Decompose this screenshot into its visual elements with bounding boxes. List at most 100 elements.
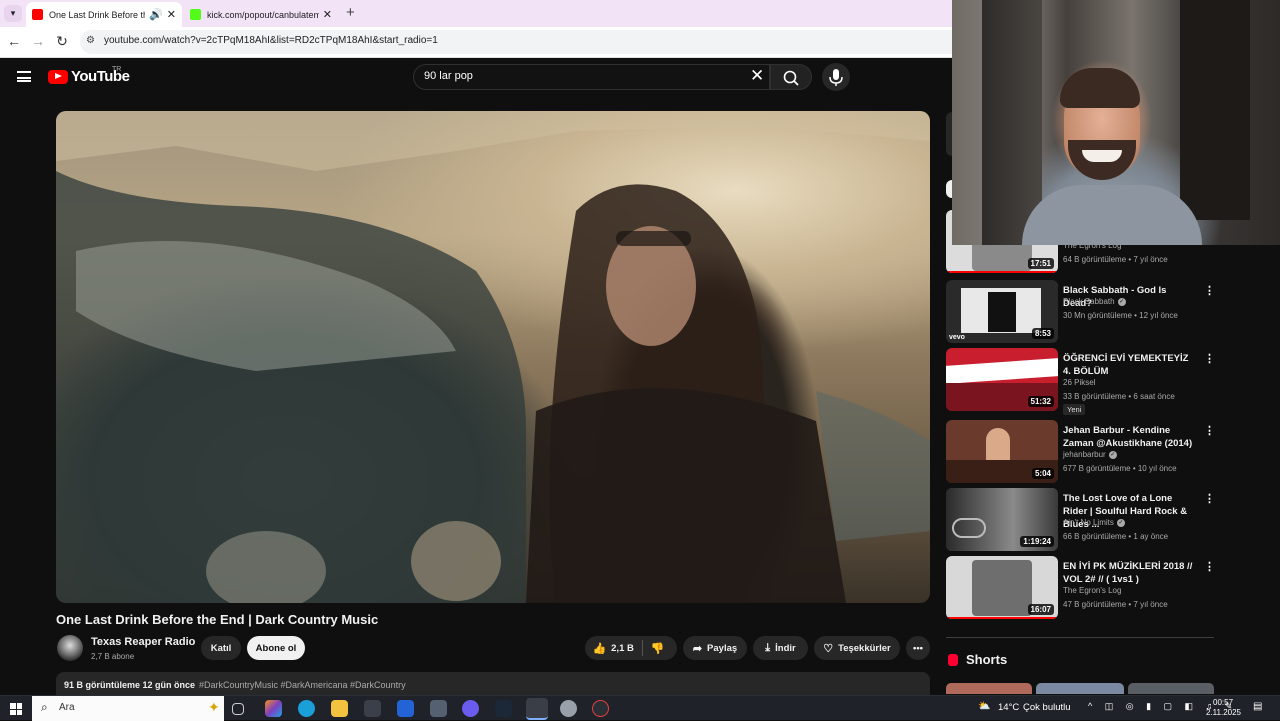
- tab-title: One Last Drink Before the E: [49, 9, 145, 20]
- watch-progress-bar: [946, 617, 1058, 619]
- share-button[interactable]: ➦ Paylaş: [683, 636, 747, 660]
- recommendation-item[interactable]: 51:32 ÖĞRENCİ EVİ YEMEKTEYİZ 4. BÖLÜM 26…: [946, 348, 1216, 415]
- forward-icon[interactable]: →: [30, 33, 46, 51]
- browser-tab-kick[interactable]: kick.com/popout/canbulatemre/ ✕: [184, 2, 338, 27]
- short-thumbnail[interactable]: [1036, 683, 1124, 694]
- speaker-icon[interactable]: 🔊: [149, 8, 163, 21]
- video-thumbnail[interactable]: 1:19:24: [946, 488, 1058, 551]
- browser-tab-youtube[interactable]: One Last Drink Before the E 🔊 ✕: [26, 2, 182, 27]
- video-duration: 8:53: [1031, 328, 1054, 339]
- channel-avatar[interactable]: [57, 635, 83, 661]
- site-info-icon[interactable]: ⚙: [86, 35, 95, 46]
- recommendation-item[interactable]: vevo 8:53 Black Sabbath - God Is Dead? B…: [946, 280, 1216, 346]
- download-icon: ⤓: [765, 641, 771, 654]
- task-view-icon[interactable]: [232, 703, 244, 715]
- video-title[interactable]: EN İYİ PK MÜZİKLERİ 2018 // VOL 2# // ( …: [1063, 560, 1193, 586]
- video-meta: 47 B görüntüleme • 7 yıl önce: [1063, 600, 1168, 609]
- webcam-background: [1180, 0, 1250, 220]
- weather-icon[interactable]: ⛅: [978, 701, 990, 712]
- like-count[interactable]: 2,1 B: [611, 643, 634, 654]
- thanks-label: Teşekkürler: [838, 642, 891, 654]
- notification-icon[interactable]: ▤: [1253, 701, 1262, 712]
- tab-list-button[interactable]: ▾: [4, 5, 22, 22]
- clock-time[interactable]: 00:57: [1213, 698, 1233, 707]
- close-tab-icon[interactable]: ✕: [167, 8, 176, 21]
- steam-icon[interactable]: [495, 700, 512, 717]
- youtube-favicon-icon: [32, 9, 43, 20]
- recommendation-item[interactable]: 16:07 EN İYİ PK MÜZİKLERİ 2018 // VOL 2#…: [946, 556, 1216, 622]
- video-duration: 16:07: [1027, 604, 1054, 615]
- like-icon[interactable]: 👍: [592, 642, 606, 655]
- more-vert-icon[interactable]: ⋮: [1204, 424, 1215, 437]
- windows-taskbar: ⌕ Ara ✦ ⛅ 14°C Çok bulutlu ^ ◫ ◎ ▮ ▢ ◧ ♫…: [0, 695, 1280, 721]
- join-button[interactable]: Katıl: [201, 636, 241, 660]
- video-title[interactable]: Jehan Barbur - Kendine Zaman @Akustikhan…: [1063, 424, 1193, 450]
- search-input[interactable]: [424, 70, 724, 82]
- obs-icon[interactable]: [592, 700, 609, 717]
- video-meta: 64 B görüntüleme • 7 yıl önce: [1063, 255, 1168, 264]
- channel-name[interactable]: 26 Piksel: [1063, 378, 1095, 387]
- search-button[interactable]: [770, 64, 812, 90]
- short-thumbnail[interactable]: [946, 683, 1032, 694]
- webcam-person-smile: [1082, 150, 1122, 162]
- weather-description[interactable]: Çok bulutlu: [1023, 702, 1071, 713]
- video-title: One Last Drink Before the End | Dark Cou…: [56, 612, 379, 627]
- clock-date[interactable]: 2.11.2025: [1206, 708, 1241, 717]
- channel-name[interactable]: Ain't No Limits ✓: [1063, 518, 1125, 527]
- more-vert-icon[interactable]: ⋮: [1204, 492, 1215, 505]
- video-player[interactable]: [56, 111, 930, 603]
- copilot-icon[interactable]: [265, 700, 282, 717]
- channel-name[interactable]: Black Sabbath ✓: [1063, 297, 1126, 306]
- discord-icon[interactable]: [462, 700, 479, 717]
- video-frame: [56, 111, 930, 603]
- taskbar-search[interactable]: ⌕ Ara ✦: [32, 696, 224, 721]
- channel-name[interactable]: The Egron's Log: [1063, 586, 1121, 595]
- new-tab-icon[interactable]: +: [346, 4, 355, 21]
- thumbnail-art: [988, 292, 1016, 332]
- short-thumbnail[interactable]: [1128, 683, 1214, 694]
- dislike-icon[interactable]: 👎: [651, 642, 665, 655]
- edge-icon[interactable]: [298, 700, 315, 717]
- more-vert-icon[interactable]: ⋮: [1204, 560, 1215, 573]
- channel-name[interactable]: Texas Reaper Radio: [91, 636, 195, 648]
- file-explorer-icon[interactable]: [331, 700, 348, 717]
- channel-name[interactable]: jehanbarbur ✓: [1063, 450, 1117, 459]
- url-text[interactable]: youtube.com/watch?v=2cTPqM18AhI&list=RD2…: [104, 35, 438, 46]
- close-tab-icon[interactable]: ✕: [323, 8, 332, 21]
- photos-icon[interactable]: [430, 700, 447, 717]
- description-box[interactable]: 91 B görüntüleme 12 gün önce #DarkCountr…: [56, 672, 930, 696]
- reload-icon[interactable]: ↻: [54, 33, 70, 51]
- thanks-button[interactable]: ♡ Teşekkürler: [814, 636, 900, 660]
- search-icon: [783, 70, 799, 86]
- omnibox[interactable]: ⚙ youtube.com/watch?v=2cTPqM18AhI&list=R…: [80, 30, 952, 54]
- store-icon[interactable]: [364, 700, 381, 717]
- hamburger-menu-icon[interactable]: [17, 71, 31, 82]
- recommendation-item[interactable]: 1:19:24 The Lost Love of a Lone Rider | …: [946, 488, 1216, 554]
- video-duration: 1:19:24: [1020, 536, 1054, 547]
- more-vert-icon[interactable]: ⋮: [1204, 352, 1215, 365]
- more-actions-button[interactable]: •••: [906, 636, 930, 660]
- video-title[interactable]: ÖĞRENCİ EVİ YEMEKTEYİZ 4. BÖLÜM: [1063, 352, 1193, 378]
- recommendation-item[interactable]: 5:04 Jehan Barbur - Kendine Zaman @Akust…: [946, 420, 1216, 486]
- app-icon[interactable]: [560, 700, 577, 717]
- video-duration: 51:32: [1027, 396, 1054, 407]
- subscribe-button[interactable]: Abone ol: [247, 636, 305, 660]
- download-button[interactable]: ⤓ İndir: [753, 636, 808, 660]
- hashtags[interactable]: #DarkCountryMusic #DarkAmericana #DarkCo…: [199, 680, 406, 690]
- vevo-logo: vevo: [949, 334, 965, 341]
- video-thumbnail[interactable]: 5:04: [946, 420, 1058, 483]
- video-thumbnail[interactable]: 51:32: [946, 348, 1058, 411]
- back-icon[interactable]: ←: [6, 33, 22, 51]
- search-highlight-icon: ✦: [208, 699, 220, 715]
- youtube-logo[interactable]: YouTube TR: [48, 66, 130, 85]
- clear-search-icon[interactable]: ✕: [750, 66, 764, 86]
- outlook-icon[interactable]: [397, 700, 414, 717]
- weather-temperature[interactable]: 14°C: [998, 702, 1019, 713]
- more-vert-icon[interactable]: ⋮: [1204, 284, 1215, 297]
- super-thanks-icon: ♡: [823, 642, 834, 655]
- video-thumbnail[interactable]: 16:07: [946, 556, 1058, 619]
- chrome-icon[interactable]: [526, 698, 548, 720]
- windows-start-icon[interactable]: [10, 703, 22, 715]
- video-thumbnail[interactable]: vevo 8:53: [946, 280, 1058, 343]
- voice-search-button[interactable]: [822, 63, 850, 91]
